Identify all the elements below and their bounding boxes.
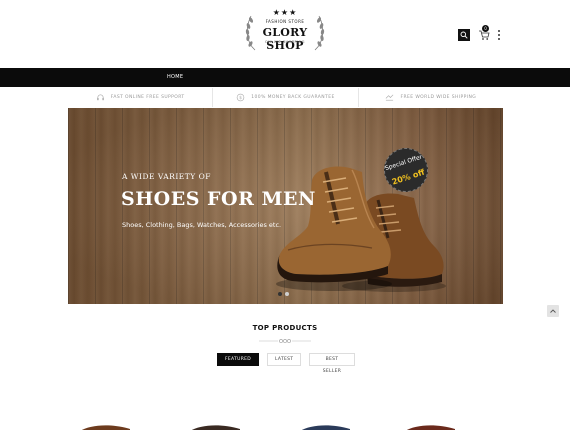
product-thumbnail[interactable] [80,423,130,430]
slider-dot-2[interactable] [285,292,289,296]
tab-featured[interactable]: FEATURED [217,353,259,366]
tab-latest[interactable]: LATEST [267,353,301,366]
hero-banner[interactable]: Special Offer 20% off A WIDE VARIETY OF … [68,108,503,304]
product-thumbnail[interactable] [190,423,240,430]
feature-shipping: FREE WORLD WIDE SHIPPING [359,88,503,107]
main-nav: HOME [0,68,570,87]
site-header: ★★★ FASHION STORE GLORY SHOP ONLINE SHOP… [0,0,570,68]
search-button[interactable] [458,29,470,41]
money-icon: $ [237,93,245,102]
svg-text:$: $ [239,95,242,101]
slider-dot-1[interactable] [278,292,282,296]
chevron-up-icon [550,309,556,313]
feature-shipping-label: FREE WORLD WIDE SHIPPING [400,95,477,100]
search-icon [460,31,468,39]
cart-count-badge: 0 [482,25,489,32]
feature-money-back-label: 100% MONEY BACK GUARANTEE [251,95,335,100]
laurel-right-icon [314,15,325,51]
support-icon [96,94,104,101]
product-thumbnail[interactable] [300,423,350,430]
feature-support-label: FAST ONLINE FREE SUPPORT [110,95,185,100]
banner-kicker: A WIDE VARIETY OF [122,172,211,181]
tab-best-seller[interactable]: BEST SELLER [309,353,355,374]
nav-item-home[interactable]: HOME [167,74,183,80]
banner-subline: Shoes, Clothing, Bags, Watches, Accessor… [122,221,282,229]
banner-headline: SHOES FOR MEN [121,188,316,210]
product-tabs: FEATURED LATEST BEST SELLER [217,353,355,374]
divider-ornament-icon [259,339,311,343]
features-strip: FAST ONLINE FREE SUPPORT $ 100% MONEY BA… [68,88,503,107]
more-vertical-icon[interactable] [497,30,501,40]
product-thumbnail[interactable] [405,423,455,430]
feature-support: FAST ONLINE FREE SUPPORT [68,88,214,107]
page: ★★★ FASHION STORE GLORY SHOP ONLINE SHOP… [0,0,570,430]
shipping-icon [386,94,394,101]
scroll-to-top-button[interactable] [547,305,559,317]
feature-money-back: $ 100% MONEY BACK GUARANTEE [213,88,359,107]
slider-dots [278,292,289,296]
top-products-title: TOP PRODUCTS [252,324,318,332]
store-logo[interactable]: ★★★ FASHION STORE GLORY SHOP ONLINE SHOP… [243,8,327,60]
